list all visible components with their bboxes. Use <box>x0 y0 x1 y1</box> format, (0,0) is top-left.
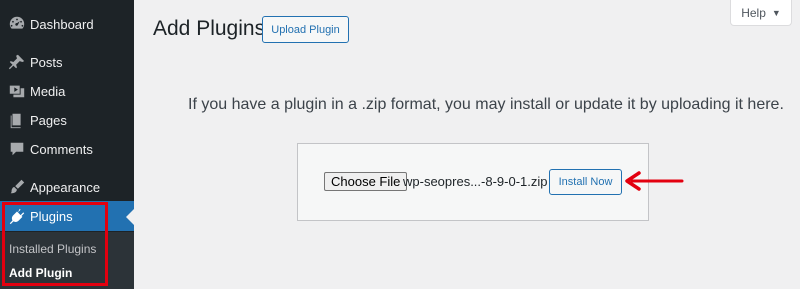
selected-file-name: wp-seopres...-8-9-0-1.zip <box>403 174 548 189</box>
page-title: Add Plugins <box>153 17 266 40</box>
choose-file-button[interactable]: Choose File <box>324 172 408 191</box>
help-tab-button[interactable]: Help ▼ <box>730 0 792 26</box>
sidebar-item-posts[interactable]: Posts <box>0 47 134 77</box>
comments-icon <box>7 139 27 159</box>
upload-instructions: If you have a plugin in a .zip format, y… <box>188 96 784 113</box>
help-label: Help <box>741 5 766 20</box>
sidebar-item-label: Posts <box>30 54 63 70</box>
sidebar-item-pages[interactable]: Pages <box>0 105 134 135</box>
dashboard-icon <box>7 14 27 34</box>
brush-icon <box>7 177 27 197</box>
sidebar-item-appearance[interactable]: Appearance <box>0 172 134 202</box>
annotation-arrow-icon <box>625 171 684 191</box>
pages-icon <box>7 110 27 130</box>
upload-plugin-button[interactable]: Upload Plugin <box>262 16 349 43</box>
sidebar-item-label: Media <box>30 83 66 99</box>
pin-icon <box>7 52 27 72</box>
sidebar-item-label: Comments <box>30 141 93 157</box>
sidebar-item-dashboard[interactable]: Dashboard <box>0 9 134 39</box>
sidebar-item-label: Dashboard <box>30 16 94 32</box>
sidebar-item-comments[interactable]: Comments <box>0 134 134 164</box>
sidebar-item-label: Pages <box>30 112 67 128</box>
sidebar-item-label: Appearance <box>30 179 101 195</box>
install-now-button[interactable]: Install Now <box>549 169 622 195</box>
sidebar-item-media[interactable]: Media <box>0 76 134 106</box>
media-icon <box>7 81 27 101</box>
active-menu-notch <box>126 209 134 225</box>
caret-down-icon: ▼ <box>771 7 781 18</box>
annotation-highlight-box <box>2 202 108 286</box>
